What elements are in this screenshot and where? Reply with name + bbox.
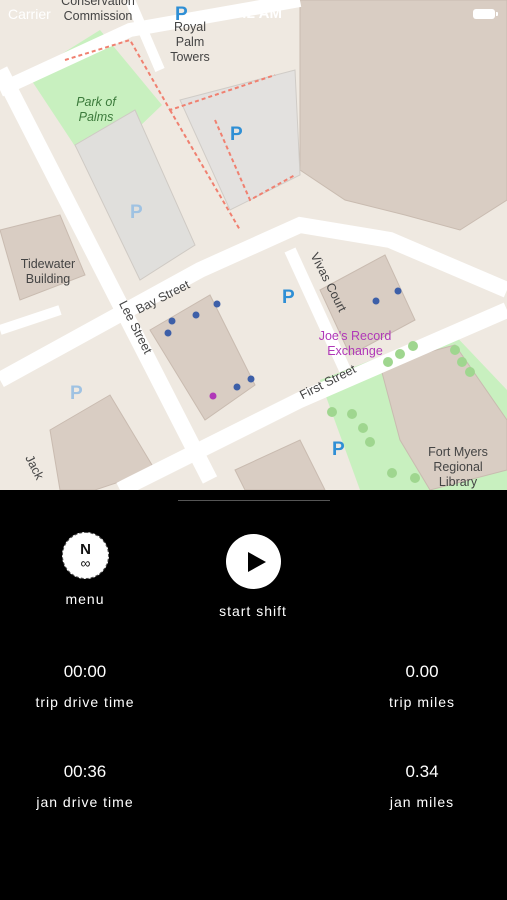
trip-drive-time-value: 00:00: [63, 662, 107, 681]
map-tiles: P P P P P P: [0, 0, 507, 490]
menu-button[interactable]: N ∞: [62, 532, 109, 579]
trip-drive-time-label: trip drive time: [35, 694, 135, 710]
jan-miles-value: 0.34: [405, 762, 439, 781]
map-view[interactable]: P P P P P P Conservation Commission Roya…: [0, 0, 507, 490]
menu-label[interactable]: menu: [45, 591, 125, 607]
status-bar: Carrier 8:42 AM: [0, 0, 507, 30]
jan-drive-time-value: 00:36: [63, 762, 107, 781]
map-label-park-of-palms: Park of Palms: [76, 95, 116, 124]
svg-text:P: P: [282, 287, 295, 308]
start-shift-button[interactable]: [226, 534, 281, 589]
map-label-joes-record: Joe's Record Exchange: [318, 329, 392, 358]
svg-text:P: P: [332, 439, 345, 460]
map-label-tidewater: Tidewater Building: [20, 257, 76, 286]
trip-miles-label: trip miles: [388, 694, 455, 710]
battery-icon: [473, 9, 498, 19]
status-time: 8:42 AM: [225, 5, 282, 22]
svg-text:P: P: [130, 202, 143, 223]
map-label-library: Fort Myers Regional Library: [428, 445, 488, 489]
trip-miles-value: 0.00: [405, 662, 439, 681]
infinity-icon: ∞: [80, 554, 91, 571]
logo-icon: N ∞: [80, 542, 91, 571]
start-shift-label[interactable]: start shift: [193, 603, 313, 619]
drag-handle[interactable]: [178, 500, 330, 501]
play-icon: [247, 551, 266, 572]
svg-text:P: P: [70, 383, 83, 404]
svg-text:P: P: [230, 124, 243, 145]
jan-drive-time-label: jan drive time: [36, 794, 134, 810]
jan-miles-label: jan miles: [389, 794, 455, 810]
